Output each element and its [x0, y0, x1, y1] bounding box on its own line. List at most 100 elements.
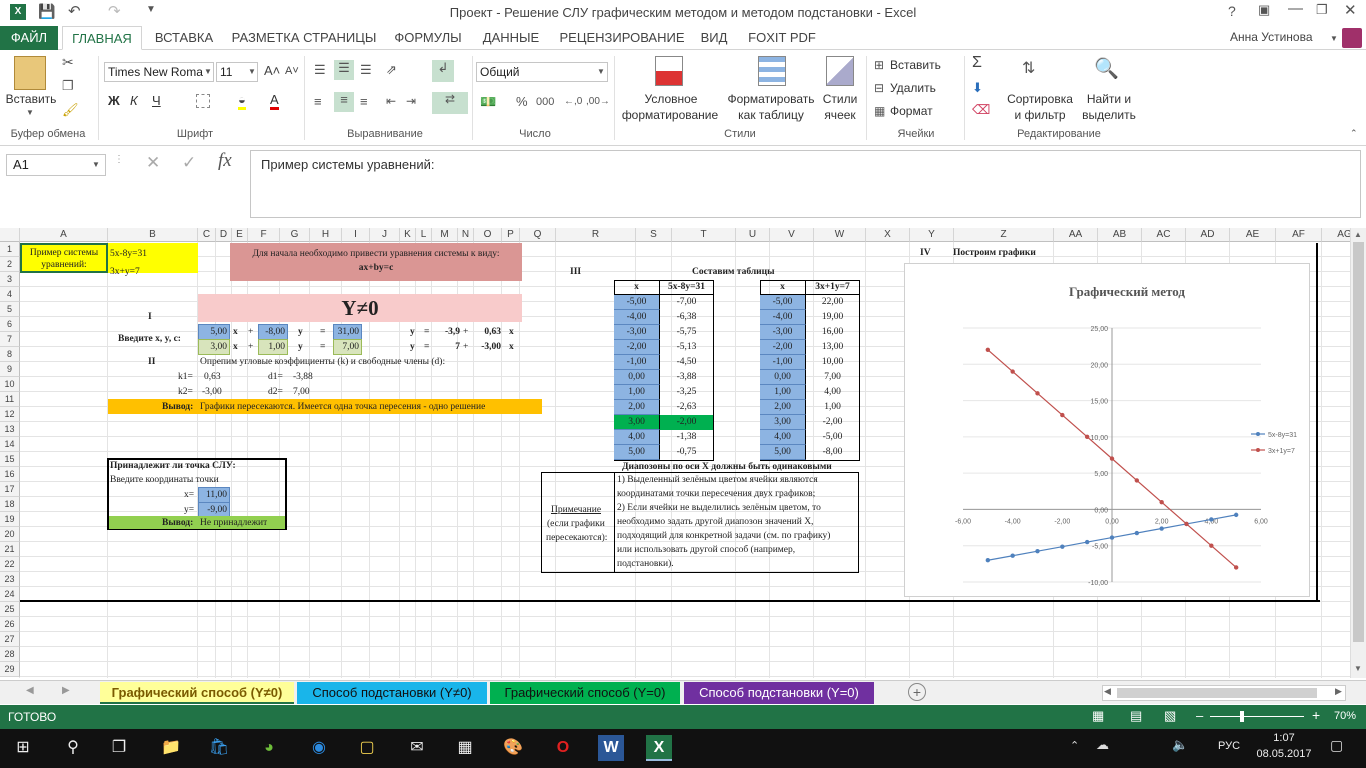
task-view-icon[interactable]: ❐	[106, 735, 132, 761]
table-cell[interactable]: 5,00	[614, 445, 660, 460]
currency-icon[interactable]: 💵	[480, 94, 496, 110]
column-header[interactable]: W	[814, 228, 866, 242]
number-format-select[interactable]: Общий	[476, 62, 608, 82]
table-cell[interactable]: -5,00	[614, 295, 660, 310]
font-name-select[interactable]: Times New Roma	[104, 62, 214, 82]
torrent-icon[interactable]: ◕	[256, 735, 282, 761]
r7-a[interactable]: 3,00	[198, 339, 230, 355]
table-cell[interactable]: 22,00	[806, 295, 860, 310]
table-cell[interactable]: -5,00	[806, 430, 860, 445]
table-cell[interactable]: 19,00	[806, 310, 860, 325]
scroll-right-icon[interactable]: ▶	[1335, 686, 1342, 697]
page-layout-icon[interactable]: ▤	[1130, 708, 1142, 724]
format-painter-icon[interactable]: 🖌	[62, 102, 79, 118]
clock-time[interactable]: 1:07	[1256, 732, 1312, 744]
r7-b[interactable]: 1,00	[258, 339, 288, 355]
delete-cells-button[interactable]: Удалить	[890, 81, 936, 96]
align-right-icon[interactable]: ≡	[360, 94, 368, 109]
sheet-tab-2[interactable]: Способ подстановки (Y≠0)	[297, 682, 487, 704]
user-dropdown-icon[interactable]: ▼	[1330, 34, 1338, 43]
cell-styles-label-1[interactable]: Стили	[818, 92, 862, 107]
table-cell[interactable]: -3,00	[614, 325, 660, 340]
confirm-entry-icon[interactable]: ✓	[182, 153, 196, 173]
table-cell[interactable]: -3,88	[660, 370, 714, 385]
table-cell[interactable]: 2,00	[614, 400, 660, 415]
format-cells-button[interactable]: Формат	[890, 104, 933, 119]
table-cell[interactable]: 16,00	[806, 325, 860, 340]
tab-page-layout[interactable]: РАЗМЕТКА СТРАНИЦЫ	[226, 26, 382, 50]
avatar[interactable]	[1342, 28, 1362, 48]
column-header[interactable]: Y	[910, 228, 954, 242]
table-cell[interactable]: -8,00	[806, 445, 860, 460]
table-cell[interactable]: 4,00	[806, 385, 860, 400]
clock-date[interactable]: 08.05.2017	[1252, 748, 1316, 760]
table-cell[interactable]: -2,63	[660, 400, 714, 415]
cancel-entry-icon[interactable]: ✕	[146, 153, 160, 173]
copy-icon[interactable]: ❐	[62, 78, 74, 94]
store-icon[interactable]: 🛍	[206, 735, 232, 761]
r6-b[interactable]: -8,00	[258, 324, 288, 340]
cell-a1[interactable]: Пример системы уравнений:	[20, 243, 108, 273]
normal-view-icon[interactable]: ▦	[1092, 708, 1104, 724]
row-header[interactable]: 21	[0, 542, 20, 557]
zoom-in-icon[interactable]: +	[1312, 707, 1320, 723]
table-cell[interactable]: 0,00	[614, 370, 660, 385]
column-header[interactable]: F	[248, 228, 280, 242]
row-header[interactable]: 3	[0, 272, 20, 287]
minimize-button[interactable]: —	[1288, 0, 1303, 17]
calculator-icon[interactable]: ▦	[452, 735, 478, 761]
table-cell[interactable]: 4,00	[760, 430, 806, 445]
tab-data[interactable]: ДАННЫЕ	[476, 26, 546, 50]
table-cell[interactable]: -4,00	[614, 310, 660, 325]
table-cell[interactable]: -2,00	[660, 415, 714, 430]
table-cell[interactable]: -5,75	[660, 325, 714, 340]
column-header[interactable]: B	[108, 228, 198, 242]
table-cell[interactable]: 13,00	[806, 340, 860, 355]
help-button[interactable]: ?	[1228, 3, 1236, 19]
font-size-dropdown-icon[interactable]: ▼	[248, 67, 256, 76]
column-header[interactable]: H	[310, 228, 342, 242]
comma-style-icon[interactable]: 000	[536, 96, 554, 108]
clear-icon[interactable]: ⌫	[972, 102, 990, 118]
row-header[interactable]: 14	[0, 437, 20, 452]
align-left-icon[interactable]: ≡	[314, 94, 322, 109]
insert-cells-icon[interactable]: ⊞	[874, 58, 884, 72]
row-header[interactable]: 2	[0, 257, 20, 272]
row-header[interactable]: 20	[0, 527, 20, 542]
column-header[interactable]: AB	[1098, 228, 1142, 242]
sticky-notes-icon[interactable]: ▢	[354, 735, 380, 761]
row-header[interactable]: 18	[0, 497, 20, 512]
row-header[interactable]: 8	[0, 347, 20, 362]
network-icon[interactable]: ☁	[1096, 737, 1109, 753]
table-cell[interactable]: 10,00	[806, 355, 860, 370]
column-header[interactable]: AD	[1186, 228, 1230, 242]
row-header[interactable]: 6	[0, 317, 20, 332]
add-sheet-icon[interactable]: +	[908, 683, 926, 701]
format-as-table-icon[interactable]	[758, 56, 786, 86]
r6-a[interactable]: 5,00	[198, 324, 230, 340]
font-color-icon[interactable]: A	[270, 92, 279, 110]
align-bottom-icon[interactable]: ☰	[360, 62, 372, 78]
column-header[interactable]: N	[458, 228, 474, 242]
table-cell[interactable]: -3,25	[660, 385, 714, 400]
scroll-up-icon[interactable]: ▲	[1354, 230, 1362, 239]
restore-button[interactable]: ❐	[1316, 2, 1328, 18]
cut-icon[interactable]: ✂	[62, 54, 74, 71]
column-header[interactable]: A	[20, 228, 108, 242]
volume-icon[interactable]: 🔈	[1172, 737, 1188, 753]
table-cell[interactable]: 1,00	[614, 385, 660, 400]
paste-dropdown-icon[interactable]: ▼	[26, 108, 34, 117]
font-name-dropdown-icon[interactable]: ▼	[204, 67, 212, 76]
start-icon[interactable]: ⊞	[10, 735, 36, 761]
autosum-icon[interactable]: Σ	[972, 54, 982, 72]
column-header[interactable]: Z	[954, 228, 1054, 242]
collapse-ribbon-icon[interactable]: ⌃	[1350, 128, 1358, 139]
file-explorer-icon[interactable]: 📁	[158, 735, 184, 761]
column-header[interactable]: K	[400, 228, 416, 242]
increase-font-icon[interactable]: A˄	[264, 63, 280, 78]
excel-taskbar-icon[interactable]: X	[646, 735, 672, 761]
sort-filter-label-2[interactable]: и фильтр	[1008, 108, 1072, 123]
column-header[interactable]: Q	[520, 228, 556, 242]
zoom-slider-thumb[interactable]	[1240, 711, 1244, 722]
row-header[interactable]: 13	[0, 422, 20, 437]
